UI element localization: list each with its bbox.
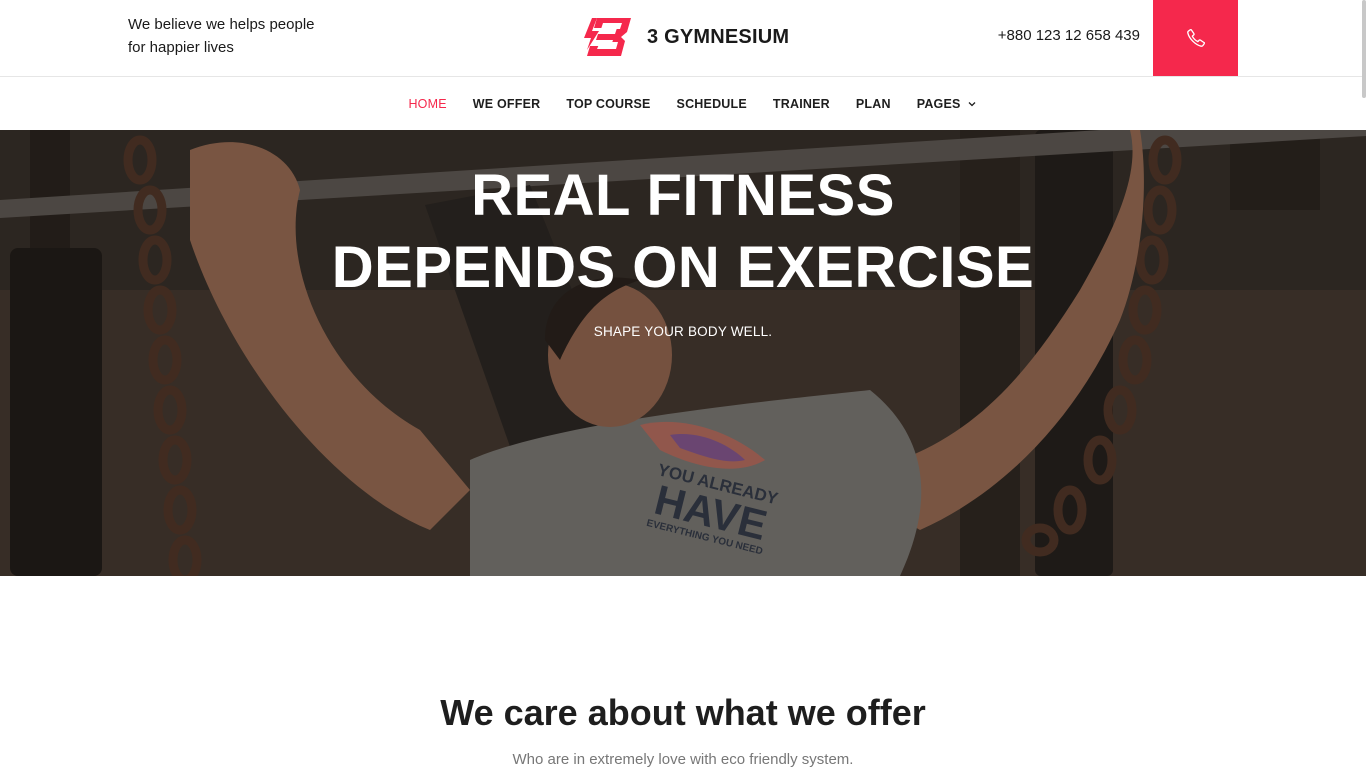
- nav-item-label: WE OFFER: [472, 96, 541, 111]
- bolt-3-logo-icon: [584, 18, 631, 56]
- brand-logo-link[interactable]: 3 GYMNESIUM: [583, 16, 789, 58]
- hero-subtitle: SHAPE YOUR BODY WELL.: [593, 324, 773, 339]
- hero-title-line-2: DEPENDS ON EXERCISE: [331, 235, 1035, 300]
- top-header: We believe we helps people for happier l…: [0, 0, 1366, 77]
- page-scrollbar[interactable]: [1362, 0, 1366, 98]
- offer-section-title: We care about what we offer: [440, 692, 926, 733]
- nav-item-we-offer[interactable]: WE OFFER: [473, 97, 541, 111]
- tagline-line-2: for happier lives: [128, 39, 234, 56]
- offer-section-subtitle: Who are in extremely love with eco frien…: [512, 751, 854, 768]
- header-tagline: We believe we helps people for happier l…: [128, 13, 368, 59]
- nav-item-label: TOP COURSE: [566, 96, 651, 111]
- nav-item-label: HOME: [408, 96, 447, 111]
- brand-name: 3 GYMNESIUM: [647, 25, 790, 48]
- nav-item-top-course[interactable]: TOP COURSE: [566, 97, 650, 111]
- nav-item-pages[interactable]: PAGES: [917, 97, 976, 111]
- nav-item-label: SCHEDULE: [676, 96, 747, 111]
- nav-item-trainer[interactable]: TRAINER: [773, 97, 830, 111]
- nav-item-home[interactable]: HOME: [408, 97, 446, 111]
- nav-item-label: TRAINER: [772, 96, 830, 111]
- tagline-line-1: We believe we helps people: [128, 16, 315, 33]
- call-button[interactable]: [1153, 0, 1238, 76]
- hero-banner: REAL FITNESS DEPENDS ON EXERCISE SHAPE Y…: [0, 130, 1366, 576]
- hero-title: REAL FITNESS DEPENDS ON EXERCISE: [0, 160, 1366, 304]
- nav-item-schedule[interactable]: SCHEDULE: [677, 97, 747, 111]
- nav-item-label: PAGES: [916, 96, 961, 111]
- nav-item-label: PLAN: [855, 96, 891, 111]
- chevron-down-icon: [968, 101, 976, 106]
- nav-item-plan[interactable]: PLAN: [856, 97, 891, 111]
- main-navigation: HOME WE OFFER TOP COURSE SCHEDULE TRAINE…: [0, 77, 1366, 130]
- phone-icon: [1186, 29, 1205, 47]
- phone-number[interactable]: +880 123 12 658 439: [998, 27, 1140, 44]
- hero-title-line-1: REAL FITNESS: [471, 163, 895, 228]
